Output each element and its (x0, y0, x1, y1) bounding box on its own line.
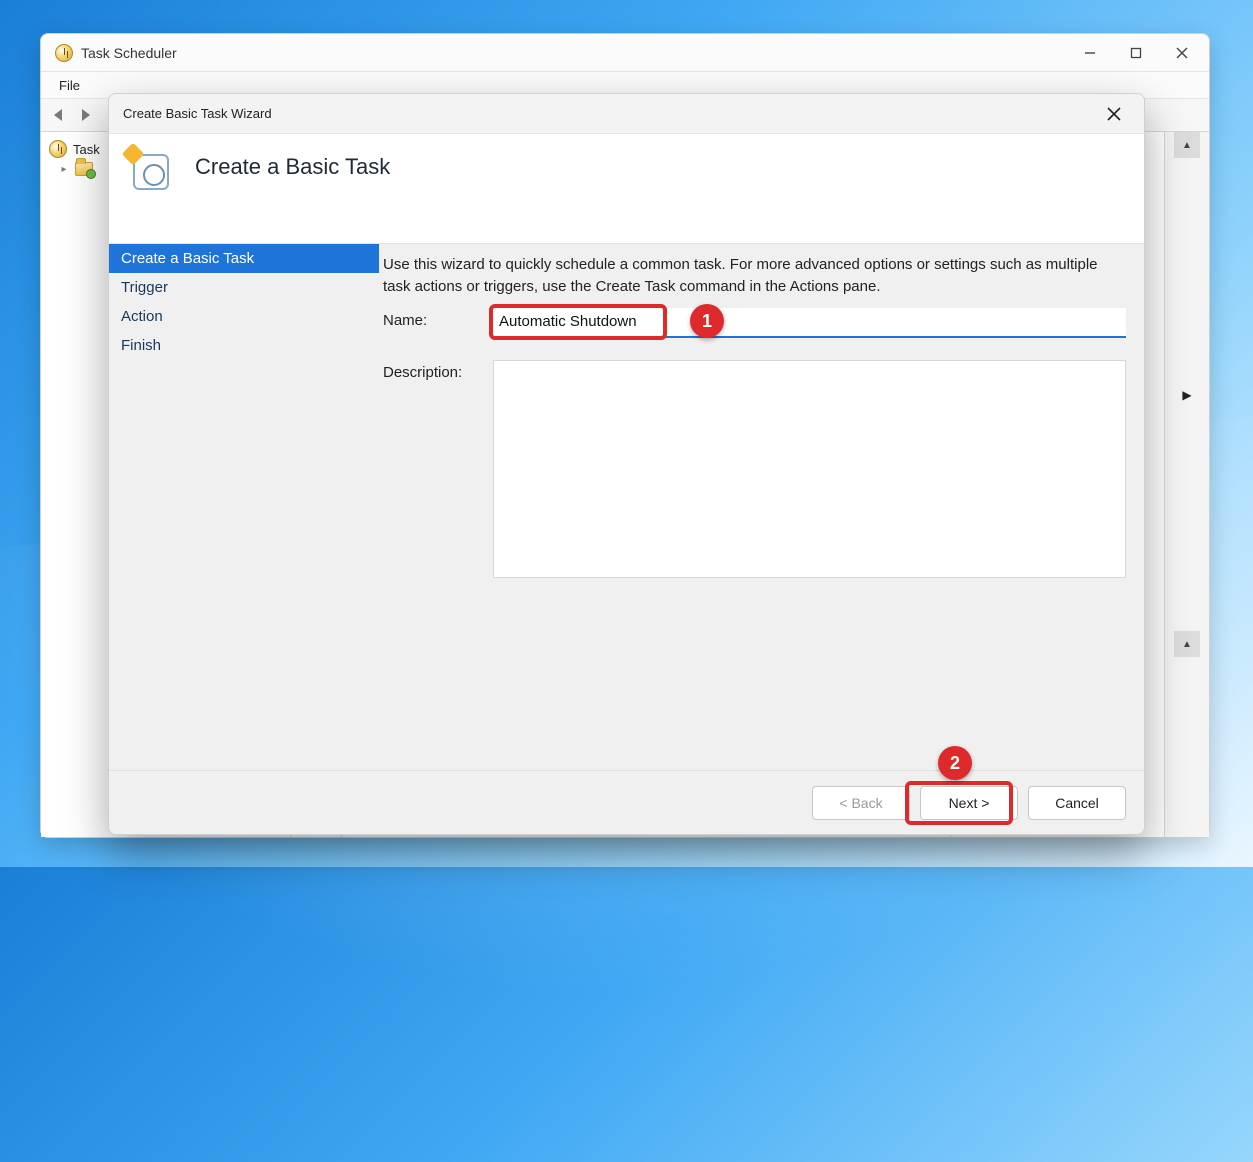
nav-back-icon[interactable] (47, 103, 71, 127)
wizard-step-nav: Create a Basic Task Trigger Action Finis… (109, 244, 379, 770)
wizard-icon (127, 148, 171, 192)
wizard-close-button[interactable] (1092, 99, 1136, 129)
clock-icon (49, 140, 67, 158)
wizard-step-trigger[interactable]: Trigger (109, 273, 379, 302)
back-button[interactable]: < Back (812, 786, 910, 820)
maximize-button[interactable] (1113, 37, 1159, 69)
wizard-form: Use this wizard to quickly schedule a co… (379, 244, 1144, 770)
name-label: Name: (383, 308, 493, 329)
wizard-step-create-basic-task[interactable]: Create a Basic Task (109, 244, 379, 273)
cancel-button[interactable]: Cancel (1028, 786, 1126, 820)
wizard-step-finish[interactable]: Finish (109, 331, 379, 360)
wizard-title: Create Basic Task Wizard (123, 106, 272, 121)
main-window-title: Task Scheduler (81, 45, 177, 61)
expand-toggle-icon[interactable]: ▸ (59, 164, 69, 175)
expand-arrow-icon[interactable]: ▶ (1175, 383, 1199, 407)
wizard-header: Create a Basic Task (109, 134, 1144, 244)
task-scheduler-icon (55, 44, 73, 62)
task-description-input[interactable] (493, 360, 1126, 578)
nav-forward-icon[interactable] (73, 103, 97, 127)
create-basic-task-wizard: Create Basic Task Wizard Create a Basic … (108, 93, 1145, 835)
task-name-input[interactable] (493, 308, 1126, 338)
wizard-footer: < Back Next > Cancel (109, 770, 1144, 834)
menu-file[interactable]: File (49, 76, 90, 95)
main-titlebar: Task Scheduler (41, 34, 1209, 72)
tree-root-label: Task (73, 142, 100, 157)
description-label: Description: (383, 360, 493, 381)
scroll-up-button-2[interactable]: ▲ (1174, 631, 1200, 657)
right-pane: ▲ ▶ ▲ (1164, 132, 1209, 837)
wizard-heading: Create a Basic Task (195, 154, 390, 180)
next-button[interactable]: Next > (920, 786, 1018, 820)
annotation-badge-2: 2 (938, 746, 972, 780)
scroll-up-button[interactable]: ▲ (1174, 132, 1200, 158)
wizard-titlebar: Create Basic Task Wizard (109, 94, 1144, 134)
close-button[interactable] (1159, 37, 1205, 69)
annotation-badge-1: 1 (690, 304, 724, 338)
minimize-button[interactable] (1067, 37, 1113, 69)
wizard-step-action[interactable]: Action (109, 302, 379, 331)
folder-icon (75, 162, 93, 176)
wizard-intro-text: Use this wizard to quickly schedule a co… (383, 254, 1126, 298)
